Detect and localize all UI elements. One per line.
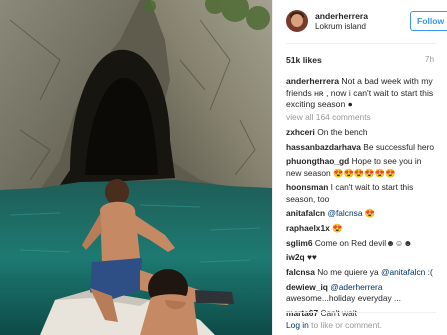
- comment-item: hassanbazdarhava Be successful hero: [286, 142, 438, 153]
- boat-cave-photo-image: [0, 0, 272, 335]
- footer-divider: [286, 312, 436, 313]
- comment-username[interactable]: anitafalcn: [286, 208, 325, 218]
- comment-item: iw2q ♥♥: [286, 252, 438, 263]
- comment-username[interactable]: dewiew_iq: [286, 282, 328, 292]
- comment-username[interactable]: zxhceri: [286, 127, 315, 137]
- post-username[interactable]: anderherrera: [315, 11, 368, 21]
- comment-text: awesome...holiday everyday ...: [286, 292, 401, 303]
- login-prompt: Log in to like or comment.: [286, 320, 382, 330]
- comment-mention[interactable]: @aderherrera: [330, 282, 382, 292]
- comment-item: anitafalcn @falcnsa 😍: [286, 208, 438, 219]
- comment-username[interactable]: raphaelx1x: [286, 223, 330, 233]
- post-time[interactable]: 7h: [425, 55, 434, 64]
- comment-item: zxhceri On the bench: [286, 127, 438, 138]
- follow-button[interactable]: Follow: [410, 11, 447, 31]
- comment-username[interactable]: sglim6: [286, 238, 313, 248]
- header-divider: [286, 43, 436, 44]
- comment-username[interactable]: falcnsa: [286, 267, 315, 277]
- comment-item: hoonsman I can't wait to start this seas…: [286, 182, 438, 204]
- comment-text: No me quiere ya: [317, 267, 379, 278]
- likes-count[interactable]: 51k likes: [286, 55, 322, 65]
- comment-text-after: :(: [425, 267, 433, 278]
- login-link[interactable]: Log in: [286, 320, 309, 330]
- comment-item: raphaelx1x 😍: [286, 223, 438, 234]
- avatar-face: [291, 14, 303, 27]
- comment-text: 😍: [332, 222, 343, 233]
- post-caption: anderherrera Not a bad week with my frie…: [286, 76, 436, 111]
- post-location[interactable]: Lokrum island: [315, 22, 366, 31]
- comment-username[interactable]: iw2q: [286, 252, 305, 262]
- login-prompt-text: to like or comment.: [308, 320, 382, 330]
- post-side-panel: anderherrera Lokrum island Follow 51k li…: [272, 0, 447, 335]
- comment-item: marta67 Can't wait: [286, 308, 438, 319]
- comment-item: sglim6 Come on Red devil☻☺☻: [286, 238, 438, 249]
- comment-username[interactable]: hoonsman: [286, 182, 328, 192]
- post-header: anderherrera Lokrum island Follow: [273, 0, 447, 42]
- view-all-comments-link[interactable]: view all 164 comments: [286, 112, 371, 122]
- comment-text: Be successful hero: [363, 141, 435, 152]
- comment-item: falcnsa No me quiere ya @anitafalcn :(: [286, 267, 438, 278]
- comment-text: 😍: [364, 208, 376, 219]
- avatar[interactable]: [286, 10, 308, 32]
- comment-text: On the bench: [317, 127, 368, 137]
- comment-username[interactable]: phuongthao_gd: [286, 156, 349, 166]
- comment-text: Come on Red devil☻☺☻: [314, 237, 413, 248]
- caption-username[interactable]: anderherrera: [286, 76, 339, 86]
- comment-item: dewiew_iq @aderherrera awesome...holiday…: [286, 282, 438, 304]
- comment-mention[interactable]: @falcnsa: [327, 208, 362, 218]
- comment-username[interactable]: hassanbazdarhava: [286, 142, 361, 152]
- comment-mention[interactable]: @anitafalcn: [381, 267, 425, 277]
- comments-list: zxhceri On the bench hassanbazdarhava Be…: [286, 127, 438, 322]
- comment-item: phuongthao_gd Hope to see you in new sea…: [286, 156, 438, 178]
- post-photo[interactable]: [0, 0, 272, 335]
- comment-text: ♥♥: [306, 252, 317, 263]
